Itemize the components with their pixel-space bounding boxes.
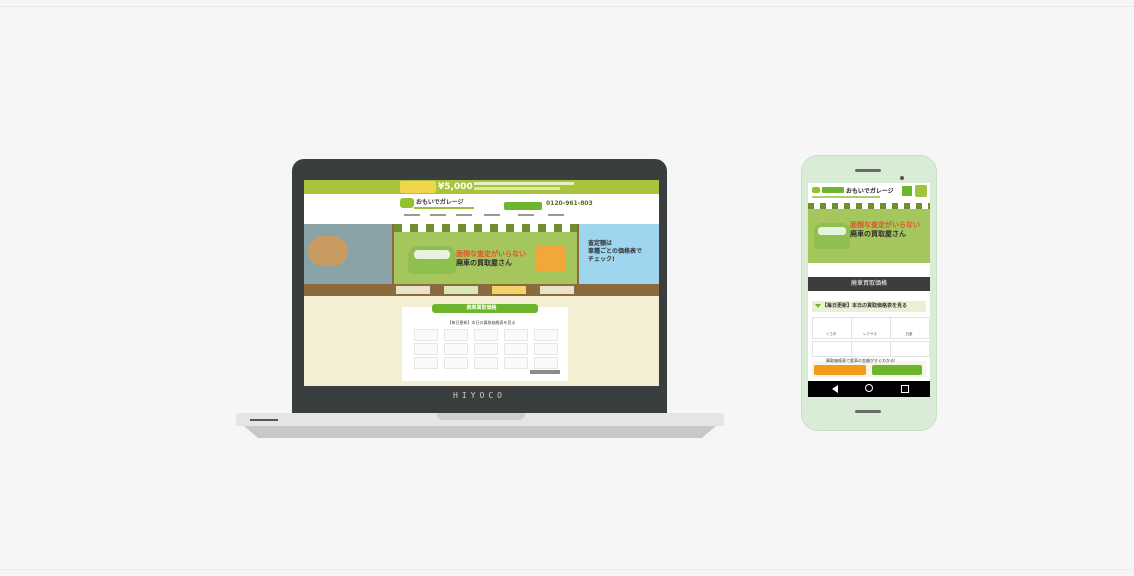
car-logo-icon — [812, 187, 820, 193]
brand-cell[interactable] — [414, 329, 438, 341]
laptop-slot — [250, 419, 278, 421]
brand-cell[interactable] — [414, 343, 438, 355]
hero-thumbnails — [304, 284, 659, 296]
menu-icon[interactable] — [915, 185, 927, 197]
phone-screen: おもいでガレージ 面倒な査定がいらない 廃車の買取屋さん 廃車買取価格 【毎日更… — [808, 183, 930, 397]
logo-badge — [822, 187, 844, 193]
carousel-dots[interactable] — [808, 265, 930, 280]
top-divider — [0, 6, 1134, 7]
price-list-button[interactable] — [814, 365, 866, 375]
home-icon[interactable] — [865, 384, 873, 392]
more-link[interactable] — [530, 370, 560, 374]
campaign-price: ¥5,000 — [438, 182, 473, 192]
daily-price-text: 【毎日更新】本日の買取価格表を見る — [822, 303, 908, 309]
laptop-base-shadow — [244, 426, 716, 438]
laptop-notch — [437, 413, 525, 420]
brand-cell[interactable] — [504, 329, 528, 341]
site-nav — [304, 212, 659, 222]
brand-cell[interactable] — [474, 343, 498, 355]
hero-right-line3: チェック! — [588, 256, 615, 263]
phone-number[interactable]: 0120-961-803 — [546, 200, 593, 207]
car-logo-icon — [400, 198, 414, 208]
hero-right-line2: 車種ごとの価格表で — [588, 248, 642, 255]
topbar-note-2 — [474, 187, 560, 190]
nav-item[interactable] — [456, 214, 472, 216]
brand-name: 日産 — [905, 332, 913, 336]
hero-callout — [536, 246, 566, 272]
logo-tagline — [414, 207, 474, 209]
bottom-divider — [0, 569, 1134, 570]
contact-icon[interactable] — [902, 186, 912, 196]
brand-grid — [414, 329, 558, 369]
brand-cell[interactable] — [504, 343, 528, 355]
brand-cell[interactable] — [474, 329, 498, 341]
logo-tagline — [812, 196, 880, 198]
section-title: 廃車買取価格 — [850, 280, 887, 287]
brand-cell[interactable] — [534, 329, 558, 341]
topbar-note — [474, 182, 574, 185]
hero-photo-person — [308, 236, 348, 266]
campaign-badge — [400, 181, 436, 193]
brand-cell[interactable] — [444, 343, 468, 355]
laptop-screen: ¥5,000 おもいでガレージ 0120-961-803 面倒な査定がいらない … — [304, 180, 659, 386]
brand-name: トヨタ — [825, 332, 837, 336]
thumbnail[interactable] — [492, 286, 526, 294]
hero-headline-line2: 廃車の買取屋さん — [850, 230, 906, 238]
thumbnail[interactable] — [396, 286, 430, 294]
nav-item[interactable] — [548, 214, 564, 216]
hero-headline: 面倒な査定がいらない 廃車の買取屋さん — [456, 250, 526, 268]
laptop-mockup: ¥5,000 おもいでガレージ 0120-961-803 面倒な査定がいらない … — [292, 159, 667, 413]
brand-cell[interactable] — [444, 329, 468, 341]
brand-cell[interactable] — [534, 357, 558, 369]
hero-right-line1: 査定額は — [588, 240, 613, 247]
cta-text: 買取価格表で愛車の金額がすぐわかる! — [826, 358, 896, 363]
car-window — [818, 227, 846, 235]
site-logo[interactable]: おもいでガレージ — [416, 197, 464, 206]
phone-camera — [900, 176, 904, 180]
price-panel-title: 廃車買取価格 — [466, 305, 497, 311]
hero-headline-line2: 廃車の買取屋さん — [456, 259, 512, 267]
contact-button[interactable] — [504, 202, 542, 210]
thumbnail[interactable] — [540, 286, 574, 294]
recents-icon[interactable] — [901, 385, 909, 393]
brand-cell[interactable] — [890, 341, 930, 357]
brand-cell[interactable] — [444, 357, 468, 369]
brand-cell[interactable] — [504, 357, 528, 369]
nav-item[interactable] — [430, 214, 446, 216]
phone-mockup: おもいでガレージ 面倒な査定がいらない 廃車の買取屋さん 廃車買取価格 【毎日更… — [801, 155, 937, 431]
nav-item[interactable] — [518, 214, 534, 216]
back-icon[interactable] — [832, 385, 838, 393]
nav-item[interactable] — [404, 214, 420, 216]
brand-cell[interactable] — [812, 341, 852, 357]
phone-button[interactable] — [872, 365, 922, 375]
brand-cell[interactable] — [414, 357, 438, 369]
phone-speaker — [855, 169, 881, 172]
car-window — [414, 250, 450, 259]
thumbnail[interactable] — [444, 286, 478, 294]
hero-right-text: 査定額は 車種ごとの価格表で チェック! — [588, 240, 642, 264]
brand-cell[interactable] — [474, 357, 498, 369]
brand-cell[interactable] — [534, 343, 558, 355]
price-panel-subtitle[interactable]: 【毎日更新】本日の買取価格表を見る — [304, 320, 659, 326]
hero-headline-line1: 面倒な査定がいらない — [456, 250, 526, 258]
brand-name: レクサス — [863, 332, 877, 336]
laptop-brand: HIYOCO — [453, 391, 506, 400]
hero-headline: 面倒な査定がいらない 廃車の買取屋さん — [850, 221, 920, 239]
chevron-down-icon — [815, 304, 821, 308]
site-logo[interactable]: おもいでガレージ — [846, 186, 894, 195]
hero-headline-line1: 面倒な査定がいらない — [850, 221, 920, 229]
hero-awning — [394, 224, 577, 232]
brand-cell[interactable] — [851, 341, 891, 357]
nav-item[interactable] — [484, 214, 500, 216]
phone-home-indicator — [855, 410, 881, 413]
